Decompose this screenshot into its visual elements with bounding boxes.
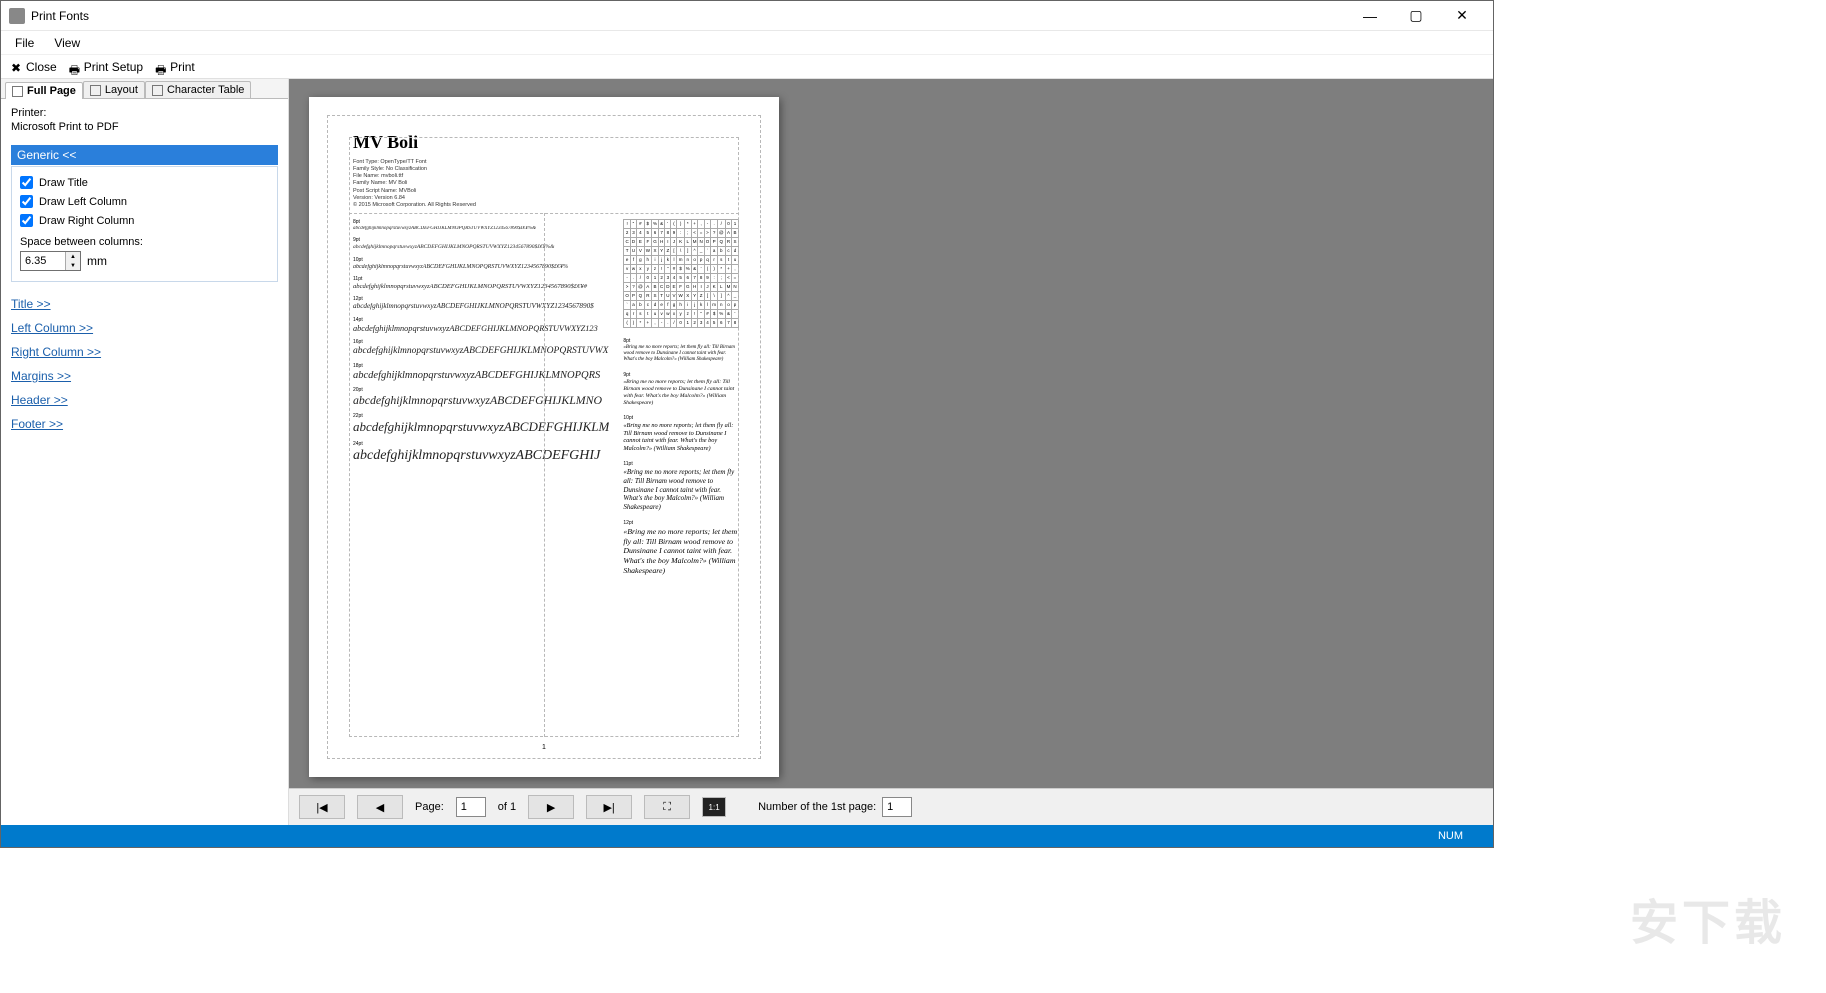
last-page-button[interactable]: ▶|	[586, 795, 632, 819]
spacing-input[interactable]	[21, 252, 65, 270]
spin-up[interactable]: ▲	[66, 252, 80, 261]
link-margins[interactable]: Margins >>	[11, 364, 278, 388]
close-button[interactable]: ✖Close	[5, 59, 63, 75]
minimize-button[interactable]: —	[1347, 1, 1393, 31]
first-page-button[interactable]: |◀	[299, 795, 345, 819]
menu-view[interactable]: View	[44, 34, 90, 52]
tab-layout[interactable]: Layout	[83, 81, 145, 98]
menubar: File View	[1, 31, 1493, 55]
window-title: Print Fonts	[31, 9, 1347, 23]
close-window-button[interactable]: ✕	[1439, 1, 1485, 31]
nav-bar: |◀ ◀ Page: of 1 ▶ ▶| ⛶ 1:1 Number of the…	[289, 788, 1493, 825]
watermark: 安下载	[1630, 883, 1786, 953]
tab-layout-label: Layout	[105, 84, 138, 96]
app-icon	[9, 8, 25, 24]
layout-icon	[90, 85, 101, 96]
spacing-spinbox[interactable]: ▲▼	[20, 251, 81, 271]
fit-page-button[interactable]: ⛶	[644, 795, 690, 819]
page-number: 1	[542, 744, 546, 751]
tab-char-table-label: Character Table	[167, 84, 244, 96]
link-left-column[interactable]: Left Column >>	[11, 316, 278, 340]
print-button[interactable]: 🖶Print	[149, 59, 201, 75]
print-setup-label: Print Setup	[84, 60, 143, 74]
print-icon: 🖶	[155, 61, 167, 73]
page-label: Page:	[415, 801, 444, 813]
tab-strip: Full Page Layout Character Table	[1, 79, 288, 99]
page-input[interactable]	[456, 797, 486, 817]
draw-left-checkbox[interactable]: Draw Left Column	[20, 192, 269, 211]
maximize-button[interactable]: ▢	[1393, 1, 1439, 31]
draw-right-input[interactable]	[20, 214, 33, 227]
statusbar: NUM	[1, 825, 1493, 847]
draw-left-input[interactable]	[20, 195, 33, 208]
tab-full-page-label: Full Page	[27, 85, 76, 97]
draw-title-checkbox[interactable]: Draw Title	[20, 173, 269, 192]
tab-full-page[interactable]: Full Page	[5, 82, 83, 99]
link-title[interactable]: Title >>	[11, 292, 278, 316]
draw-left-label: Draw Left Column	[39, 196, 127, 208]
link-right-column[interactable]: Right Column >>	[11, 340, 278, 364]
first-page-num-input[interactable]	[882, 797, 912, 817]
link-header[interactable]: Header >>	[11, 388, 278, 412]
sidebar: Full Page Layout Character Table Printer…	[1, 79, 289, 825]
draw-right-label: Draw Right Column	[39, 215, 134, 227]
draw-right-checkbox[interactable]: Draw Right Column	[20, 211, 269, 230]
status-num: NUM	[1438, 830, 1463, 842]
close-icon: ✖	[11, 61, 23, 73]
spacing-label: Space between columns:	[20, 236, 269, 248]
link-footer[interactable]: Footer >>	[11, 412, 278, 436]
next-page-button[interactable]: ▶	[528, 795, 574, 819]
draw-title-label: Draw Title	[39, 177, 88, 189]
draw-title-input[interactable]	[20, 176, 33, 189]
grid-icon	[152, 85, 163, 96]
actual-size-button[interactable]: 1:1	[702, 797, 726, 817]
menu-file[interactable]: File	[5, 34, 44, 52]
spacing-unit: mm	[87, 254, 107, 268]
printer-label: Printer:	[11, 107, 278, 119]
first-page-num-label: Number of the 1st page:	[758, 801, 876, 813]
prev-page-button[interactable]: ◀	[357, 795, 403, 819]
print-label: Print	[170, 60, 195, 74]
generic-section-header[interactable]: Generic <<	[11, 145, 278, 165]
generic-section: Draw Title Draw Left Column Draw Right C…	[11, 166, 278, 282]
page-icon	[12, 86, 23, 97]
page-of: of 1	[498, 801, 516, 813]
toolbar: ✖Close 🖶Print Setup 🖶Print	[1, 55, 1493, 79]
preview-area: MV Boli Font Type: OpenType/TT FontFamil…	[289, 79, 1493, 825]
titlebar: Print Fonts — ▢ ✕	[1, 1, 1493, 31]
page-preview: MV Boli Font Type: OpenType/TT FontFamil…	[309, 97, 779, 777]
spin-down[interactable]: ▼	[66, 261, 80, 270]
print-setup-button[interactable]: 🖶Print Setup	[63, 59, 149, 75]
close-label: Close	[26, 60, 57, 74]
tab-char-table[interactable]: Character Table	[145, 81, 251, 98]
preview-scroll[interactable]: MV Boli Font Type: OpenType/TT FontFamil…	[289, 79, 1493, 788]
printer-name: Microsoft Print to PDF	[11, 121, 278, 133]
print-setup-icon: 🖶	[69, 61, 81, 73]
